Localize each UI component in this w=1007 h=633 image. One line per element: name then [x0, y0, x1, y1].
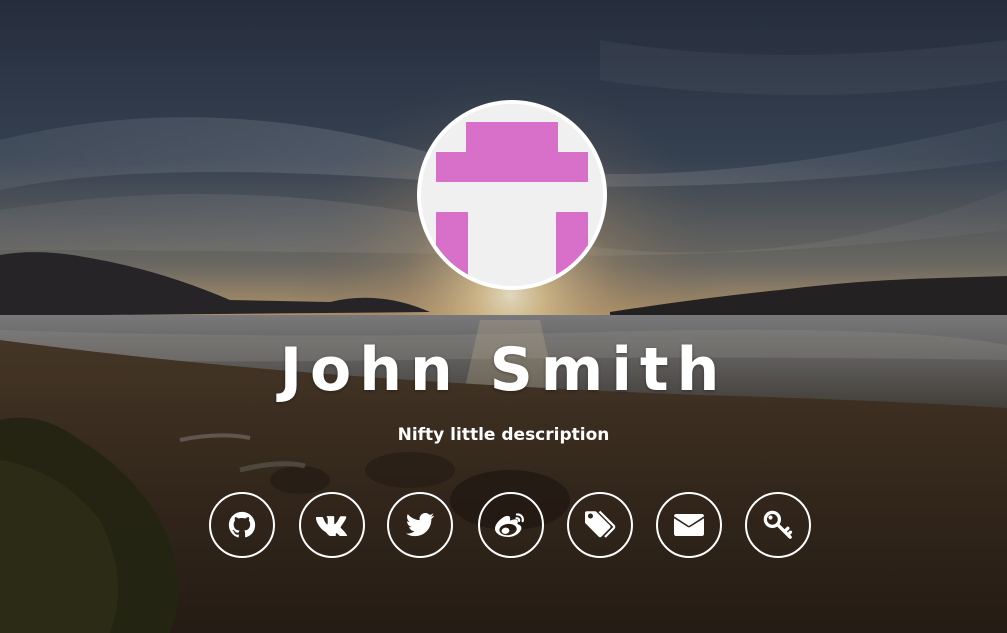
- avatar-frame: [417, 100, 607, 290]
- avatar: [421, 104, 603, 286]
- weibo-icon: [495, 513, 524, 537]
- key-icon: [763, 510, 793, 539]
- vk-link[interactable]: [299, 492, 365, 558]
- profile-card: John Smith Nifty little description: [0, 0, 1007, 633]
- github-link[interactable]: [209, 492, 275, 558]
- weibo-link[interactable]: [478, 492, 544, 558]
- email-link[interactable]: [656, 492, 722, 558]
- social-links: [209, 492, 829, 562]
- hero-section: John Smith Nifty little description: [0, 0, 1007, 633]
- envelope-icon: [674, 514, 704, 536]
- profile-name: John Smith: [279, 335, 728, 405]
- pgp-key-link[interactable]: [745, 492, 811, 558]
- tags-link[interactable]: [567, 492, 633, 558]
- github-icon: [228, 511, 256, 538]
- twitter-link[interactable]: [387, 492, 453, 558]
- identicon-avatar-icon: [421, 104, 603, 286]
- profile-description: Nifty little description: [397, 425, 610, 445]
- vk-icon: [316, 516, 348, 536]
- tags-icon: [585, 510, 616, 538]
- twitter-icon: [405, 513, 435, 537]
